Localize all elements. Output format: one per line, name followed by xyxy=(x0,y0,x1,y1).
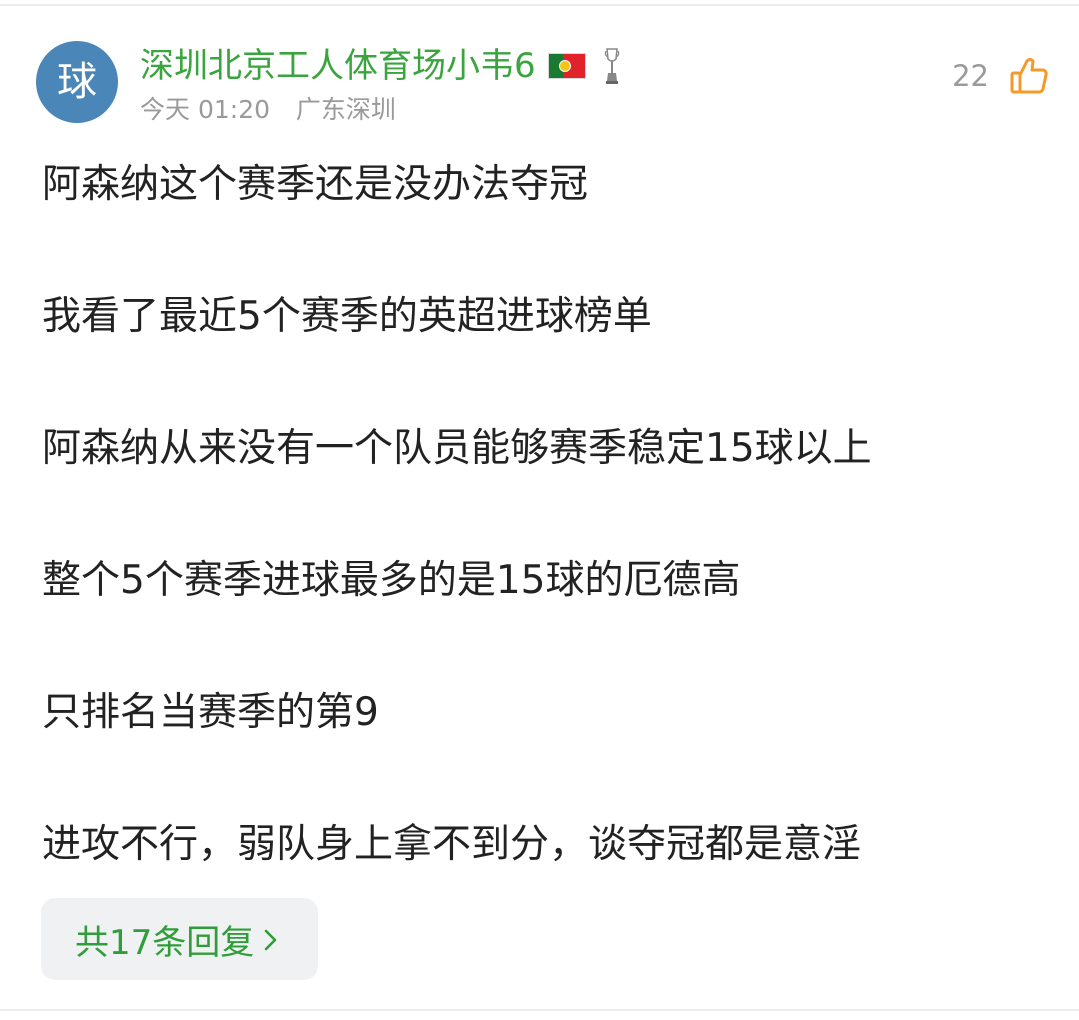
username-row: 深圳北京工人体育场小韦6 xyxy=(140,40,624,92)
comment-line: 整个5个赛季进球最多的是15球的厄德高 xyxy=(42,558,741,603)
like-control[interactable]: 22 xyxy=(952,50,1049,102)
like-count: 22 xyxy=(952,59,989,93)
comment-body: 阿森纳这个赛季还是没办法夺冠 我看了最近5个赛季的英超进球榜单 阿森纳从来没有一… xyxy=(42,156,1042,948)
portugal-flag-icon xyxy=(547,53,586,79)
bottom-divider xyxy=(0,1009,1079,1011)
comment-line: 阿森纳从来没有一个队员能够赛季稳定15球以上 xyxy=(42,426,872,471)
comment-time: 01:20 xyxy=(197,95,271,124)
chevron-right-icon xyxy=(262,924,280,954)
replies-label: 共17条回复 xyxy=(75,922,255,963)
top-divider xyxy=(0,4,1079,6)
trophy-icon xyxy=(600,46,624,86)
comment-meta: 今天 01:20 广东深圳 xyxy=(140,92,396,128)
thumbs-up-icon[interactable] xyxy=(1009,56,1049,96)
view-replies-button[interactable]: 共17条回复 xyxy=(41,898,318,980)
comment-location: 广东深圳 xyxy=(295,95,396,124)
username[interactable]: 深圳北京工人体育场小韦6 xyxy=(140,40,536,92)
comment-line: 我看了最近5个赛季的英超进球榜单 xyxy=(42,294,652,339)
avatar[interactable]: 球 xyxy=(36,41,118,123)
comment-date: 今天 xyxy=(140,95,191,124)
comment-line: 阿森纳这个赛季还是没办法夺冠 xyxy=(42,162,589,207)
comment-line: 只排名当赛季的第9 xyxy=(42,690,379,735)
